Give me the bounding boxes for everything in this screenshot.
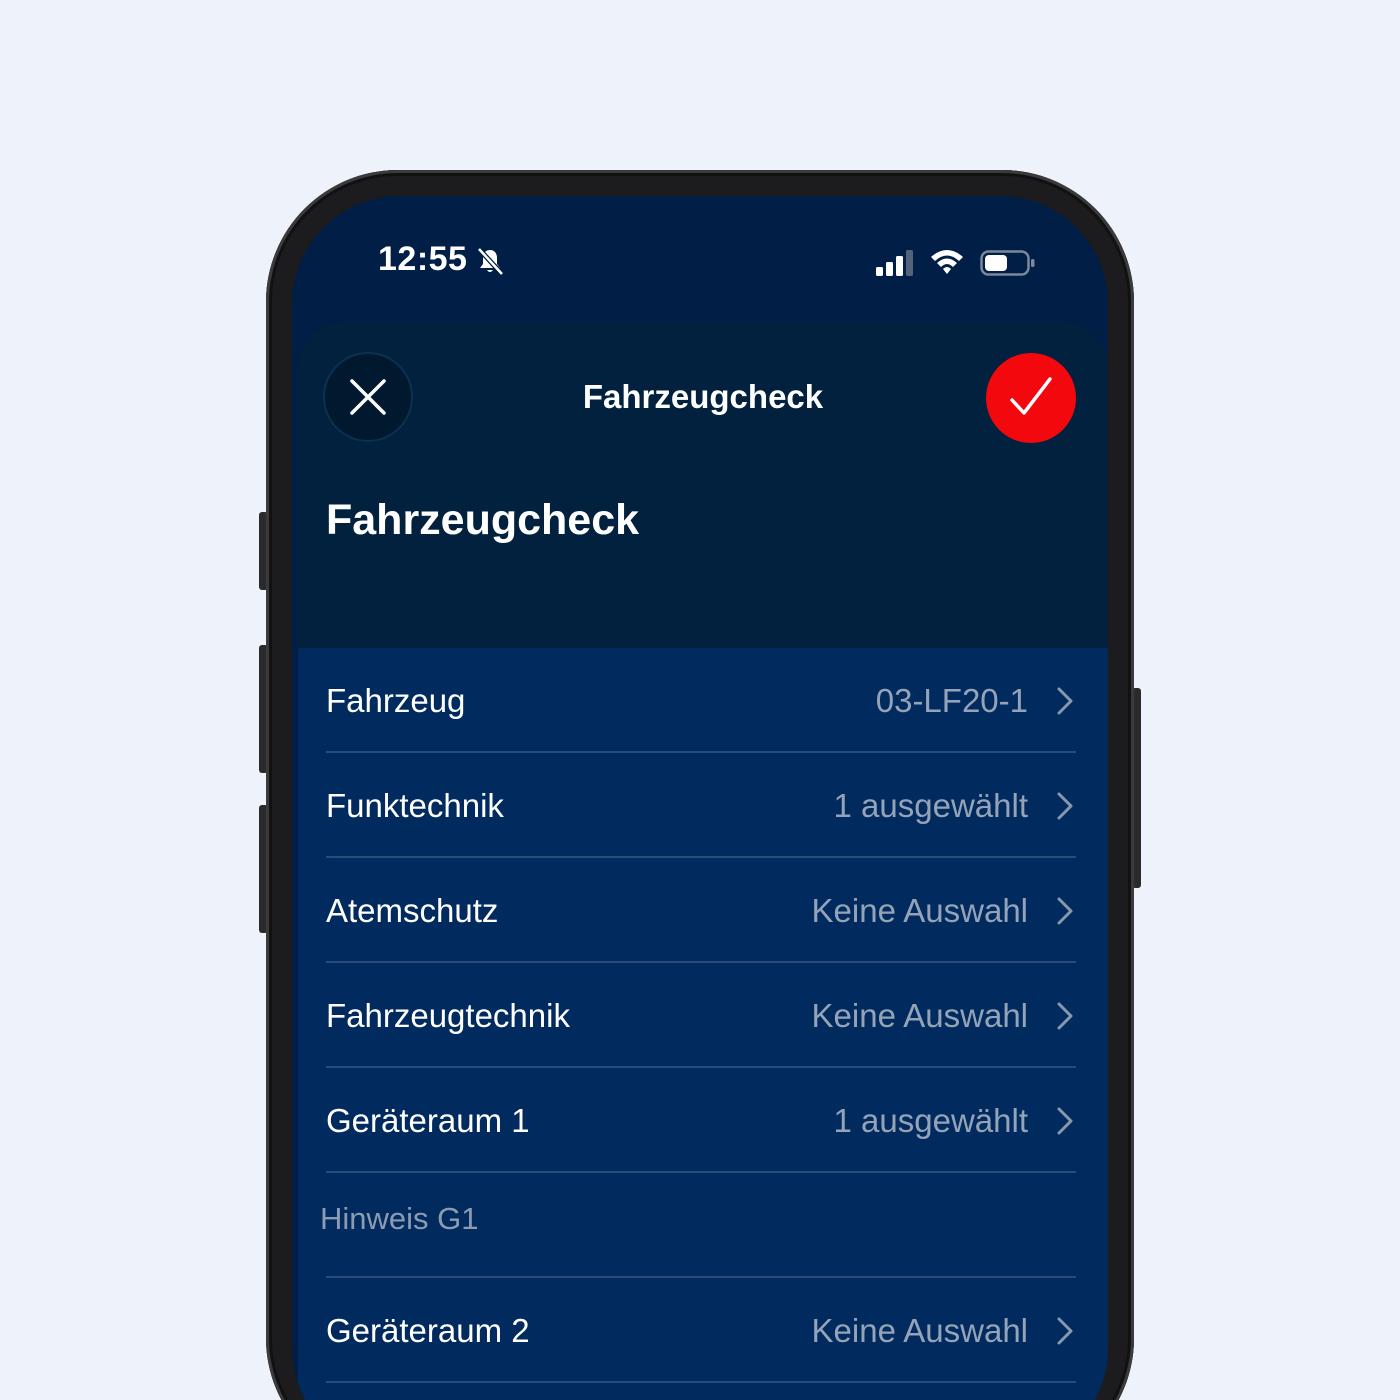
cellular-signal-icon bbox=[876, 250, 913, 276]
page-title: Fahrzeugcheck bbox=[326, 496, 640, 544]
status-time: 12:55 bbox=[378, 240, 468, 278]
chevron-right-icon bbox=[1057, 1317, 1073, 1345]
row-value: Keine Auswahl bbox=[811, 997, 1028, 1034]
checklist: Fahrzeug 03-LF20-1 Funktechnik 1 ausgewä… bbox=[298, 648, 1108, 1400]
chevron-right-icon bbox=[1057, 1107, 1073, 1135]
row-value: 1 ausgewählt bbox=[833, 1102, 1028, 1139]
bell-slash-icon bbox=[477, 247, 504, 276]
row-label: Geräteraum 1 bbox=[326, 1102, 530, 1139]
row-funktechnik[interactable]: Funktechnik 1 ausgewählt bbox=[298, 753, 1108, 858]
row-atemschutz[interactable]: Atemschutz Keine Auswahl bbox=[298, 858, 1108, 963]
wifi-icon bbox=[931, 250, 963, 274]
chevron-right-icon bbox=[1057, 897, 1073, 925]
row-fahrzeug[interactable]: Fahrzeug 03-LF20-1 bbox=[298, 648, 1108, 753]
modal-sheet: Fahrzeugcheck Fahrzeugcheck Fahrzeug 03-… bbox=[298, 322, 1108, 1400]
phone-screen: 12:55 Fahrzeugcheck Fahrzeugcheck Fahrze… bbox=[292, 196, 1108, 1400]
row-geraeteraum-1[interactable]: Geräteraum 1 1 ausgewählt bbox=[298, 1068, 1108, 1173]
row-value: Keine Auswahl bbox=[811, 892, 1028, 929]
row-value: Keine Auswahl bbox=[811, 1312, 1028, 1349]
row-divider bbox=[326, 1381, 1076, 1383]
confirm-button[interactable] bbox=[986, 353, 1076, 443]
chevron-right-icon bbox=[1057, 687, 1073, 715]
row-fahrzeugtechnik[interactable]: Fahrzeugtechnik Keine Auswahl bbox=[298, 963, 1108, 1068]
status-bar: 12:55 bbox=[292, 196, 1108, 321]
chevron-right-icon bbox=[1057, 792, 1073, 820]
note-field-g1[interactable]: Hinweis G1 bbox=[298, 1173, 1108, 1278]
row-value: 03-LF20-1 bbox=[875, 682, 1028, 719]
sheet-header: Fahrzeugcheck Fahrzeugcheck bbox=[298, 322, 1108, 648]
note-placeholder: Hinweis G1 bbox=[320, 1201, 479, 1236]
row-label: Funktechnik bbox=[326, 787, 504, 824]
battery-icon bbox=[980, 250, 1035, 276]
row-value: 1 ausgewählt bbox=[833, 787, 1028, 824]
row-geraeteraum-2[interactable]: Geräteraum 2 Keine Auswahl bbox=[298, 1278, 1108, 1383]
row-label: Fahrzeugtechnik bbox=[326, 997, 570, 1034]
row-label: Geräteraum 2 bbox=[326, 1312, 530, 1349]
row-label: Atemschutz bbox=[326, 892, 499, 929]
checkmark-icon bbox=[1010, 377, 1052, 415]
stage: 12:55 Fahrzeugcheck Fahrzeugcheck Fahrze… bbox=[0, 0, 1400, 1400]
chevron-right-icon bbox=[1057, 1002, 1073, 1030]
row-label: Fahrzeug bbox=[326, 682, 466, 719]
